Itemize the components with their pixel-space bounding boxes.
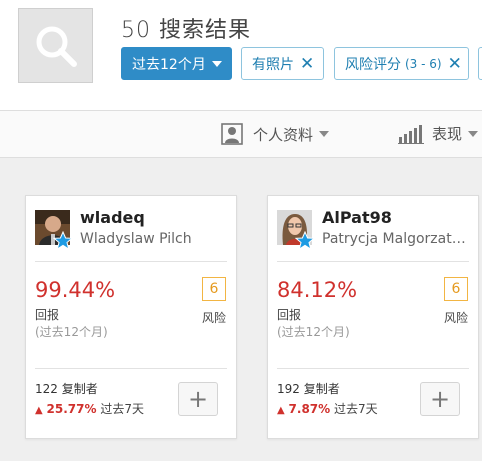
performance-view-label: 表现 — [432, 125, 463, 143]
risk-score-badge: 6 — [202, 277, 226, 301]
performance-view-dropdown[interactable]: 表现 — [398, 123, 479, 144]
divider — [277, 368, 469, 369]
risk-label: 风险 — [201, 311, 226, 325]
profile-view-dropdown[interactable]: 个人资料 — [221, 123, 330, 145]
divider — [35, 261, 227, 262]
chevron-down-icon — [211, 60, 222, 67]
weekly-gain-period: 过去7天 — [334, 402, 378, 416]
bar-chart-icon — [398, 124, 424, 144]
plus-icon: + — [187, 385, 209, 413]
return-value: 84.12% — [277, 278, 358, 302]
divider — [277, 261, 469, 262]
results-count: 50 — [121, 18, 151, 43]
view-toolbar: 个人资料 表现 — [0, 110, 482, 158]
risk-filter-chip[interactable]: 风险评分 (3 - 6) ✕ — [334, 47, 469, 80]
arrow-up-icon: ▲ — [35, 405, 43, 416]
divider — [35, 368, 227, 369]
chevron-down-icon — [319, 131, 330, 137]
photo-filter-chip[interactable]: 有照片 ✕ — [241, 47, 324, 80]
weekly-gain: ▲ 25.77% 过去7天 — [35, 400, 144, 417]
close-icon[interactable]: ✕ — [300, 54, 314, 74]
trader-username[interactable]: AlPat98 — [322, 208, 392, 227]
risk-label: 风险 — [443, 311, 468, 325]
person-icon — [221, 123, 243, 145]
risk-filter-label: 风险评分 — [345, 56, 401, 73]
copy-trader-button[interactable]: + — [178, 382, 218, 416]
photo-filter-label: 有照片 — [252, 56, 294, 73]
risk-filter-range: (3 - 6) — [405, 56, 442, 71]
results-label: 搜索结果 — [159, 18, 252, 43]
close-icon[interactable]: ✕ — [448, 54, 462, 74]
copiers-count: 192 复制者 — [277, 382, 340, 396]
copiers-count: 122 复制者 — [35, 382, 98, 396]
trader-full-name: Patrycja Malgorzat… — [322, 231, 466, 247]
trader-card[interactable]: AlPat98 Patrycja Malgorzat… 84.12% 回报 (过… — [267, 195, 479, 439]
search-icon — [36, 26, 77, 67]
profile-view-label: 个人资料 — [253, 125, 314, 144]
weekly-gain-value: 7.87% — [288, 402, 331, 416]
star-icon — [53, 231, 73, 251]
risk-score-badge: 6 — [444, 277, 468, 301]
period-filter-label: 过去12个月 — [132, 56, 206, 73]
copy-trader-button[interactable]: + — [420, 382, 460, 416]
plus-icon: + — [429, 385, 451, 413]
return-period: (过去12个月) — [35, 325, 108, 339]
return-period: (过去12个月) — [277, 325, 350, 339]
return-label: 回报 — [277, 308, 302, 322]
results-title: 50 搜索结果 — [121, 12, 251, 44]
weekly-gain: ▲ 7.87% 过去7天 — [277, 400, 378, 417]
search-header: 50 搜索结果 过去12个月 有照片 ✕ 风险评分 (3 - 6) ✕ — [0, 0, 482, 110]
arrow-up-icon: ▲ — [277, 405, 285, 416]
trader-card[interactable]: wladeq Wladyslaw Pilch 99.44% 回报 (过去12个月… — [25, 195, 237, 439]
trader-full-name: Wladyslaw Pilch — [80, 231, 192, 247]
trader-username[interactable]: wladeq — [80, 208, 145, 227]
more-filter-chip[interactable] — [478, 47, 482, 80]
return-value: 99.44% — [35, 278, 116, 302]
weekly-gain-value: 25.77% — [46, 402, 97, 416]
chevron-down-icon — [468, 130, 479, 137]
search-icon-box[interactable] — [18, 8, 93, 83]
period-filter-dropdown[interactable]: 过去12个月 — [121, 47, 232, 80]
star-icon — [295, 231, 315, 251]
return-label: 回报 — [35, 308, 60, 322]
weekly-gain-period: 过去7天 — [100, 402, 144, 416]
